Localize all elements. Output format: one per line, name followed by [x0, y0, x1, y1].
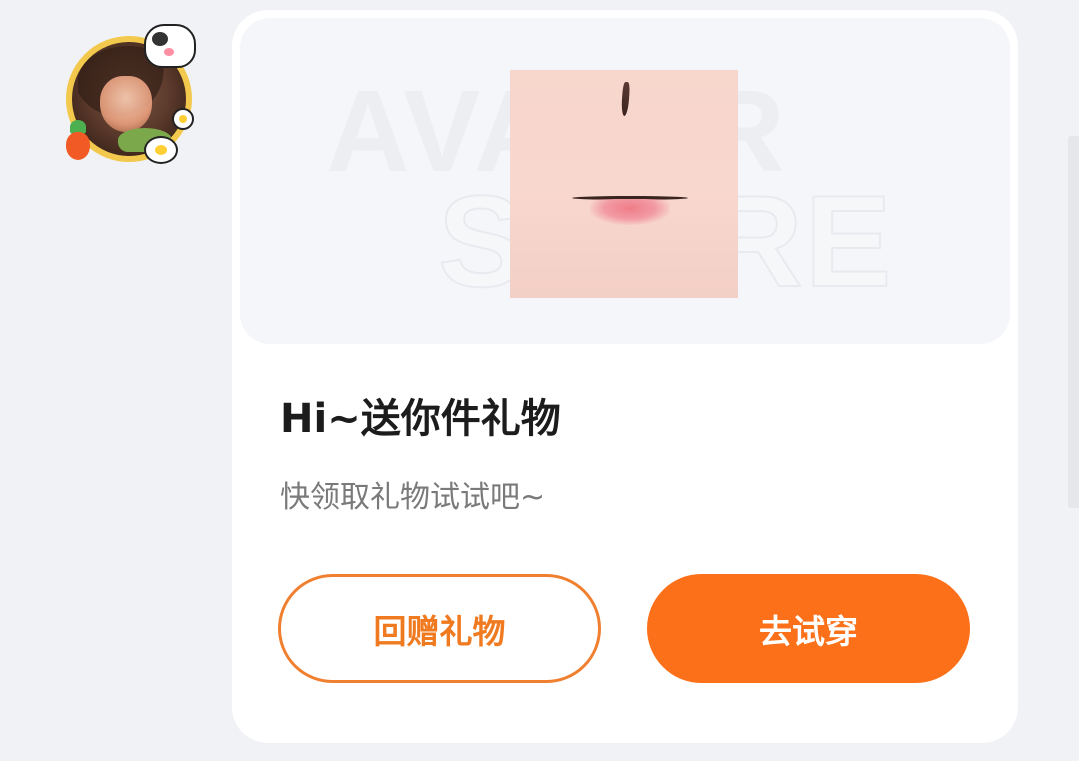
try-on-button[interactable]: 去试穿: [647, 574, 970, 683]
gift-subtitle: 快领取礼物试试吧~: [280, 480, 546, 515]
flower-sticker-icon: [172, 108, 194, 130]
return-gift-button[interactable]: 回赠礼物: [278, 574, 601, 683]
gift-title: Hi~送你件礼物: [280, 396, 561, 442]
gift-item-image: [510, 70, 738, 298]
gift-preview[interactable]: AVATAR STORE: [240, 18, 1010, 344]
gift-message-card: AVATAR STORE Hi~送你件礼物 快领取礼物试试吧~ 回赠礼物 去试穿: [232, 10, 1018, 743]
fried-egg-sticker-icon: [144, 136, 178, 164]
gift-item-lips: [572, 196, 688, 230]
avatar-face: [100, 76, 152, 132]
cat-sticker-icon: [144, 24, 196, 68]
sender-avatar[interactable]: [56, 24, 196, 166]
gift-item-mark: [620, 81, 631, 117]
carrot-sticker-icon: [62, 120, 94, 160]
scroll-indicator[interactable]: [1068, 136, 1079, 508]
